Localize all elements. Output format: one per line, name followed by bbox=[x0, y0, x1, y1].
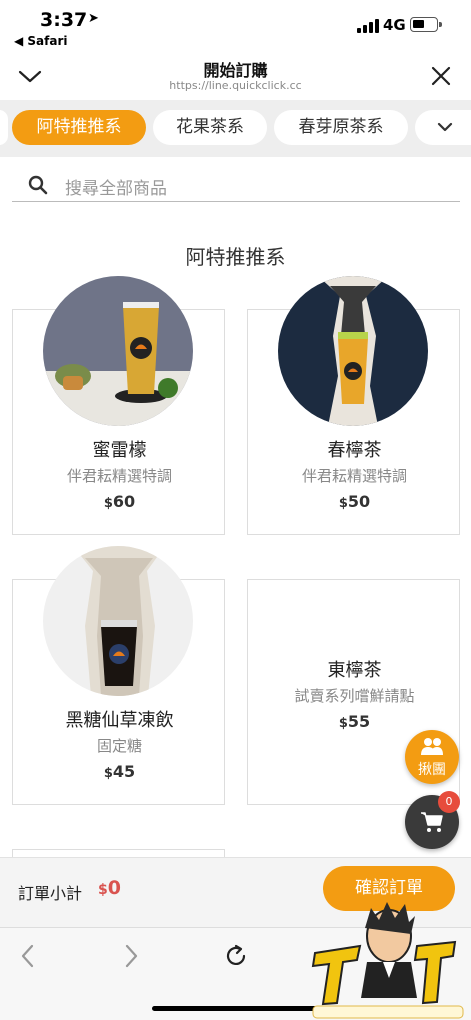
product-description: 伴君耘精選特調 bbox=[66, 467, 172, 485]
search-bar[interactable]: 搜尋全部商品 bbox=[12, 169, 460, 202]
product-image[interactable] bbox=[43, 546, 193, 696]
close-icon[interactable] bbox=[429, 64, 453, 88]
network-type: 4G bbox=[383, 16, 406, 34]
back-to-app-link[interactable]: ◀ Safari bbox=[14, 34, 68, 48]
cart-count-badge: 0 bbox=[438, 791, 460, 813]
product-price: $55 bbox=[338, 712, 371, 731]
back-arrow-icon[interactable] bbox=[14, 942, 42, 970]
group-icon bbox=[421, 738, 443, 755]
product-price: $50 bbox=[338, 492, 371, 511]
reload-icon[interactable] bbox=[222, 942, 250, 970]
search-icon bbox=[28, 175, 48, 195]
category-tab-1[interactable]: 阿特推推系 bbox=[12, 110, 146, 145]
product-name: 東檸茶 bbox=[327, 660, 382, 681]
category-more-button[interactable] bbox=[415, 110, 471, 145]
product-card[interactable] bbox=[12, 849, 225, 857]
signal-icon bbox=[357, 19, 379, 33]
product-description: 伴君耘精選特調 bbox=[301, 467, 407, 485]
status-bar: 3:37 ➤ ◀ Safari 4G bbox=[0, 0, 471, 52]
menu-content: 搜尋全部商品 阿特推推系 蜜雷檬 伴君耘精選特調 $60 春檸茶 伴君耘精選特調… bbox=[0, 157, 471, 857]
search-input[interactable]: 搜尋全部商品 bbox=[65, 174, 167, 199]
battery-icon bbox=[410, 17, 442, 32]
product-image[interactable] bbox=[43, 276, 193, 426]
forward-arrow-icon[interactable] bbox=[117, 942, 145, 970]
product-name: 黑糖仙草凍飲 bbox=[65, 710, 174, 731]
home-indicator bbox=[152, 1006, 320, 1011]
location-arrow-icon: ➤ bbox=[88, 11, 99, 26]
subtotal-label: 訂單小計 bbox=[18, 884, 83, 903]
category-tab-previous[interactable] bbox=[0, 110, 8, 145]
product-price: $45 bbox=[103, 762, 136, 781]
watermark-logo bbox=[311, 902, 464, 1019]
chevron-down-icon bbox=[437, 122, 453, 132]
product-description: 固定糖 bbox=[96, 737, 142, 755]
product-description: 試賣系列嚐鮮請點 bbox=[294, 687, 415, 705]
category-tabs: 阿特推推系 花果茶系 春芽原茶系 bbox=[0, 100, 471, 157]
category-tab-3[interactable]: 春芽原茶系 bbox=[274, 110, 408, 145]
category-tab-2[interactable]: 花果茶系 bbox=[153, 110, 267, 145]
subtotal-value: $0 bbox=[98, 877, 121, 899]
product-name: 春檸茶 bbox=[327, 440, 382, 461]
section-title: 阿特推推系 bbox=[185, 245, 286, 269]
page-title: 開始訂購 bbox=[203, 61, 268, 80]
product-name: 蜜雷檬 bbox=[92, 440, 147, 461]
cart-icon bbox=[421, 812, 443, 832]
nav-header: 開始訂購 https://line.quickclick.cc bbox=[0, 52, 471, 100]
group-order-button[interactable]: 揪團 bbox=[405, 730, 459, 784]
product-image[interactable] bbox=[278, 276, 428, 426]
page-url: https://line.quickclick.cc bbox=[169, 79, 302, 92]
group-order-label: 揪團 bbox=[418, 762, 446, 778]
clock: 3:37 bbox=[40, 9, 88, 31]
product-price: $60 bbox=[103, 492, 136, 511]
